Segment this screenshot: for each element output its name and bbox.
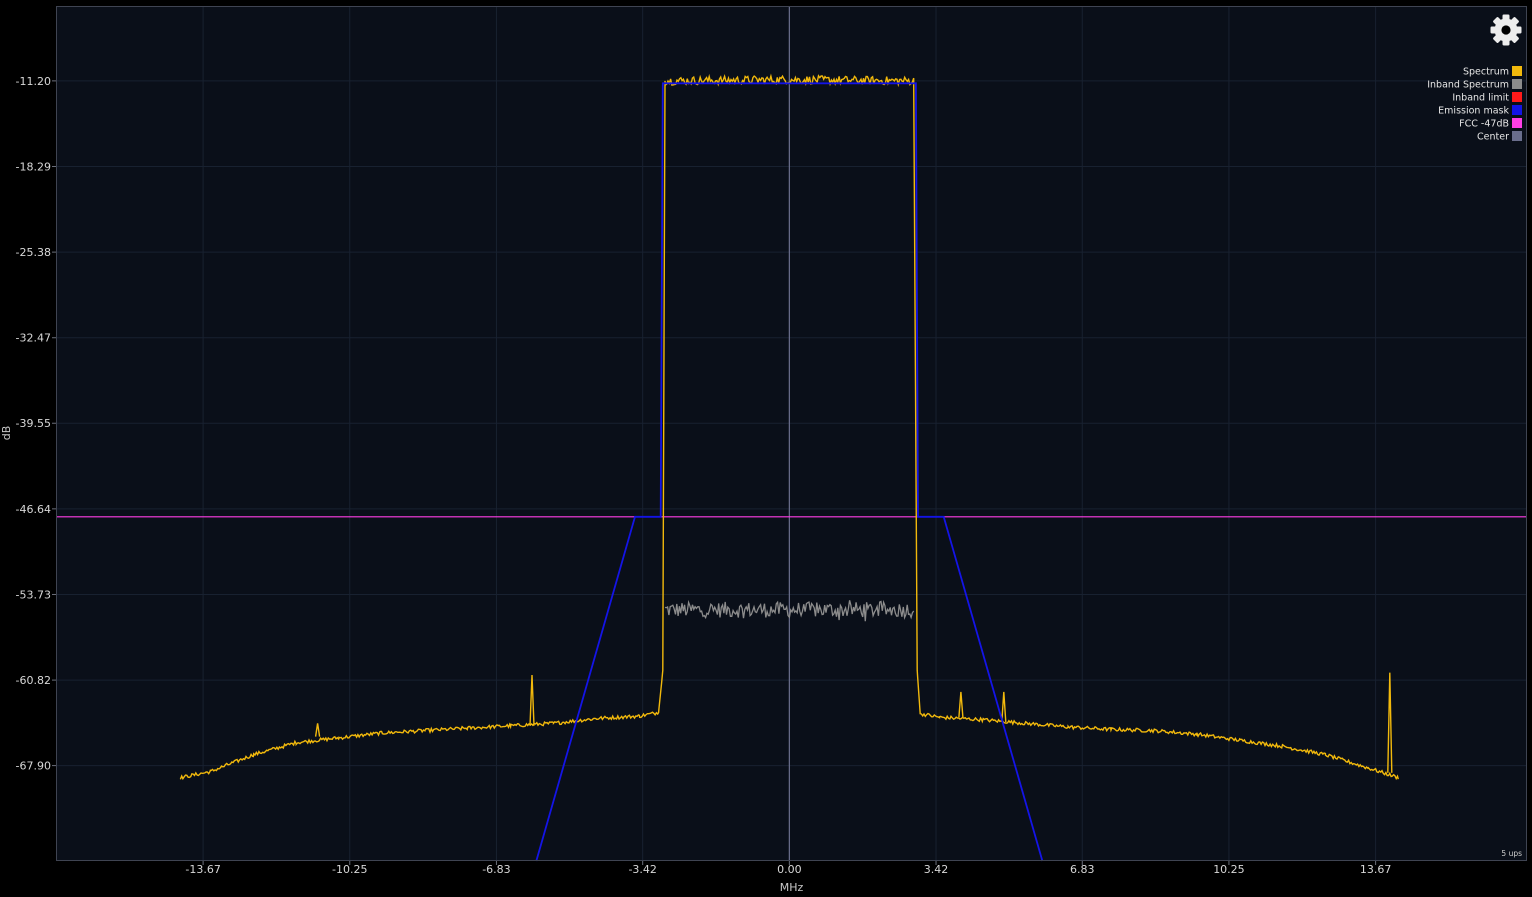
x-tick-label: -10.25 <box>332 863 367 876</box>
x-tick-label: 10.25 <box>1213 863 1245 876</box>
y-tick-label: -25.38 <box>16 246 51 259</box>
plot-area[interactable] <box>56 6 1527 861</box>
legend-item: Inband Spectrum <box>1427 79 1522 91</box>
spectrum-analyzer-view: -13.67 -10.25 -6.83 -3.42 0.00 3.42 6.83 10.25 1… <box>0 0 1532 897</box>
legend-swatch <box>1512 105 1522 115</box>
legend-item: Spectrum <box>1463 66 1522 78</box>
legend-item: FCC -47dB <box>1459 118 1522 130</box>
y-tick-label: -53.73 <box>16 588 51 601</box>
y-tick-label: -18.29 <box>16 160 51 173</box>
legend-label: Spectrum <box>1463 67 1509 78</box>
x-tick-label: -6.83 <box>482 863 510 876</box>
gear-icon <box>1490 14 1522 46</box>
legend-swatch <box>1512 118 1522 128</box>
legend-label: Emission mask <box>1438 106 1509 117</box>
legend-label: Center <box>1477 132 1509 143</box>
legend-swatch <box>1512 131 1522 141</box>
y-tick-label: -46.64 <box>16 503 51 516</box>
y-tick-label: -39.55 <box>16 417 51 430</box>
x-axis-title: MHz <box>780 881 804 894</box>
x-tick-label: 3.42 <box>924 863 949 876</box>
x-tick-label: 13.67 <box>1360 863 1392 876</box>
x-axis-ticks: -13.67 -10.25 -6.83 -3.42 0.00 3.42 6.83 10.25 1… <box>185 861 1391 876</box>
y-axis-title: dB <box>0 426 13 441</box>
y-tick-label: -32.47 <box>16 332 51 345</box>
y-tick-label: -67.90 <box>16 760 51 773</box>
x-tick-label: -13.67 <box>185 863 220 876</box>
spectrum-chart[interactable]: -13.67 -10.25 -6.83 -3.42 0.00 3.42 6.83 10.25 1… <box>0 0 1532 897</box>
y-axis-ticks: -11.20 -18.29 -25.38 -32.47 -39.55 -46.64 -53.… <box>16 75 56 773</box>
legend-item: Center <box>1477 131 1522 143</box>
legend-label: Inband Spectrum <box>1427 80 1509 91</box>
legend-swatch <box>1512 66 1522 76</box>
x-tick-label: 6.83 <box>1070 863 1095 876</box>
y-tick-label: -11.20 <box>16 75 51 88</box>
x-tick-label: -3.42 <box>628 863 656 876</box>
y-tick-label: -60.82 <box>16 674 51 687</box>
settings-button[interactable] <box>1489 13 1523 47</box>
legend-swatch <box>1512 79 1522 89</box>
fps-indicator: 5 ups <box>1501 849 1522 858</box>
x-tick-label: 0.00 <box>777 863 802 876</box>
legend-label: Inband limit <box>1452 93 1509 104</box>
legend-label: FCC -47dB <box>1459 119 1509 130</box>
legend-swatch <box>1512 92 1522 102</box>
